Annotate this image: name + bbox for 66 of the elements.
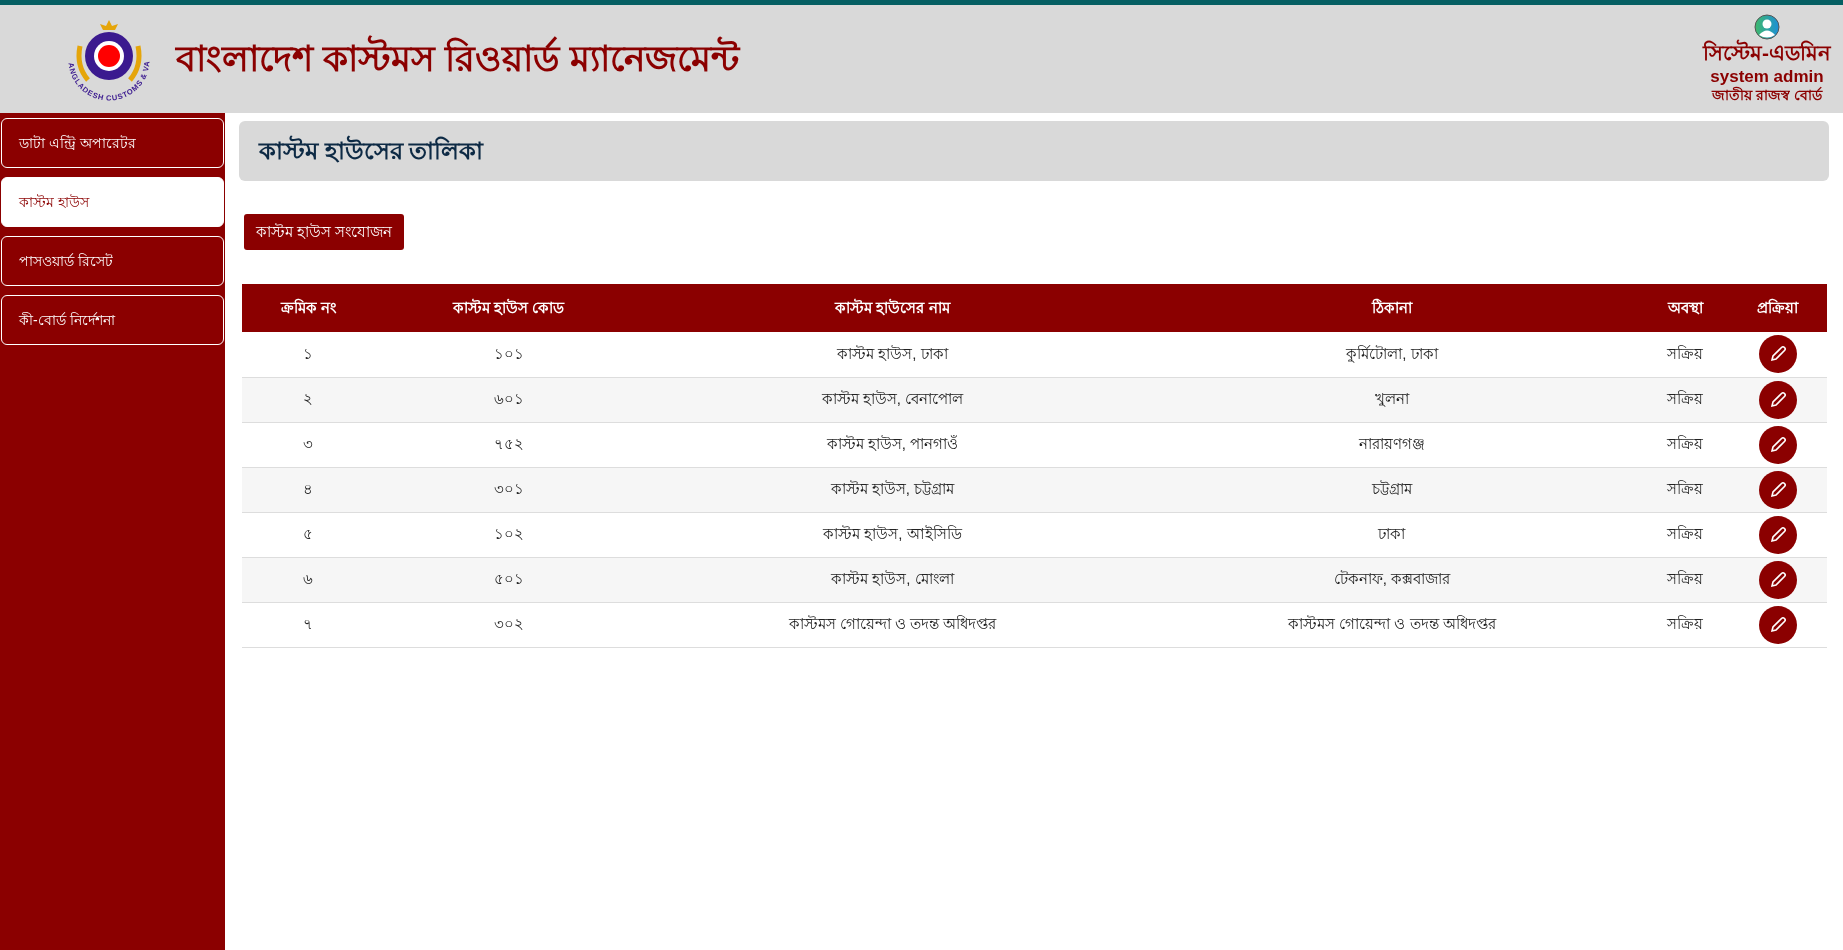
table-cell: ৩০২ (374, 602, 643, 647)
table-cell: কুর্মিটোলা, ঢাকা (1142, 332, 1642, 377)
sidebar-item[interactable]: ডাটা এন্ট্রি অপারেটর (1, 118, 224, 168)
table-cell: ঢাকা (1142, 512, 1642, 557)
column-header: ঠিকানা (1142, 284, 1642, 332)
table-cell: সক্রিয় (1641, 377, 1729, 422)
column-header: কাস্টম হাউস কোড (374, 284, 643, 332)
user-role: সিস্টেম-এডমিন (1703, 39, 1831, 66)
column-header: কাস্টম হাউসের নাম (642, 284, 1143, 332)
table-cell: ১০১ (374, 332, 643, 377)
table-cell: ৩০১ (374, 467, 643, 512)
table-cell: টেকনাফ, কক্সবাজার (1142, 557, 1642, 602)
edit-button[interactable] (1758, 515, 1797, 554)
table-cell: ১০২ (374, 512, 643, 557)
column-header: ক্রমিক নং (242, 284, 375, 332)
edit-button[interactable] (1758, 425, 1797, 464)
edit-button[interactable] (1758, 605, 1797, 644)
pencil-icon (1768, 570, 1787, 589)
pencil-icon (1768, 435, 1787, 454)
page-title: কাস্টম হাউসের তালিকা (259, 134, 484, 166)
table-cell: ৪ (242, 467, 375, 512)
table-cell: সক্রিয় (1641, 467, 1729, 512)
pencil-icon (1768, 525, 1787, 544)
table-cell: কাস্টম হাউস, পানগাওঁ (642, 422, 1143, 467)
table-cell: কাস্টমস গোয়েন্দা ও তদন্ত অধিদপ্তর (1142, 602, 1642, 647)
pencil-icon (1768, 390, 1787, 409)
add-custom-house-button[interactable]: কাস্টম হাউস সংযোজন (244, 214, 405, 250)
edit-button[interactable] (1758, 560, 1797, 599)
user-avatar-icon (1754, 13, 1780, 40)
table-cell: ৫ (242, 512, 375, 557)
table-cell: চট্টগ্রাম (1142, 467, 1642, 512)
column-header: অবস্থা (1641, 284, 1729, 332)
pencil-icon (1768, 345, 1787, 364)
table-cell: ৭৫২ (374, 422, 643, 467)
table-cell: খুলনা (1142, 377, 1642, 422)
table-cell: কাস্টম হাউস, মোংলা (642, 557, 1143, 602)
pencil-icon (1768, 615, 1787, 634)
table-cell: নারায়ণগঞ্জ (1142, 422, 1642, 467)
sidebar-item[interactable]: কাস্টম হাউস (1, 177, 224, 227)
table-cell: ১ (242, 332, 375, 377)
table-cell: সক্রিয় (1641, 512, 1729, 557)
table-cell: কাস্টম হাউস, ঢাকা (642, 332, 1143, 377)
pencil-icon (1768, 480, 1787, 499)
sidebar-item[interactable]: পাসওয়ার্ড রিসেট (1, 236, 224, 286)
edit-button[interactable] (1758, 380, 1797, 419)
edit-button[interactable] (1758, 335, 1797, 374)
sidebar-item[interactable]: কী-বোর্ড নির্দেশনা (1, 295, 224, 345)
table-cell: ৭ (242, 602, 375, 647)
table-cell: ৬ (242, 557, 375, 602)
table-cell: ২ (242, 377, 375, 422)
table-cell: ৫০১ (374, 557, 643, 602)
edit-button[interactable] (1758, 470, 1797, 509)
table-cell: কাস্টম হাউস, বেনাপোল (642, 377, 1143, 422)
user-name: system admin (1710, 65, 1824, 87)
table-cell: ৬০১ (374, 377, 643, 422)
column-header: প্রক্রিয়া (1728, 284, 1827, 332)
user-organization: জাতীয় রাজস্ব বোর্ড (1712, 87, 1822, 105)
table-cell: ৩ (242, 422, 375, 467)
table-cell: সক্রিয় (1641, 602, 1729, 647)
table-cell: কাস্টম হাউস, চট্টগ্রাম (642, 467, 1143, 512)
app-title: বাংলাদেশ কাস্টমস রিওয়ার্ড ম্যানেজমেন্ট (176, 32, 739, 86)
table-cell: সক্রিয় (1641, 332, 1729, 377)
table-cell: সক্রিয় (1641, 422, 1729, 467)
table-cell: কাস্টমস গোয়েন্দা ও তদন্ত অধিদপ্তর (642, 602, 1143, 647)
table-cell: সক্রিয় (1641, 557, 1729, 602)
table-cell: কাস্টম হাউস, আইসিডি (642, 512, 1143, 557)
